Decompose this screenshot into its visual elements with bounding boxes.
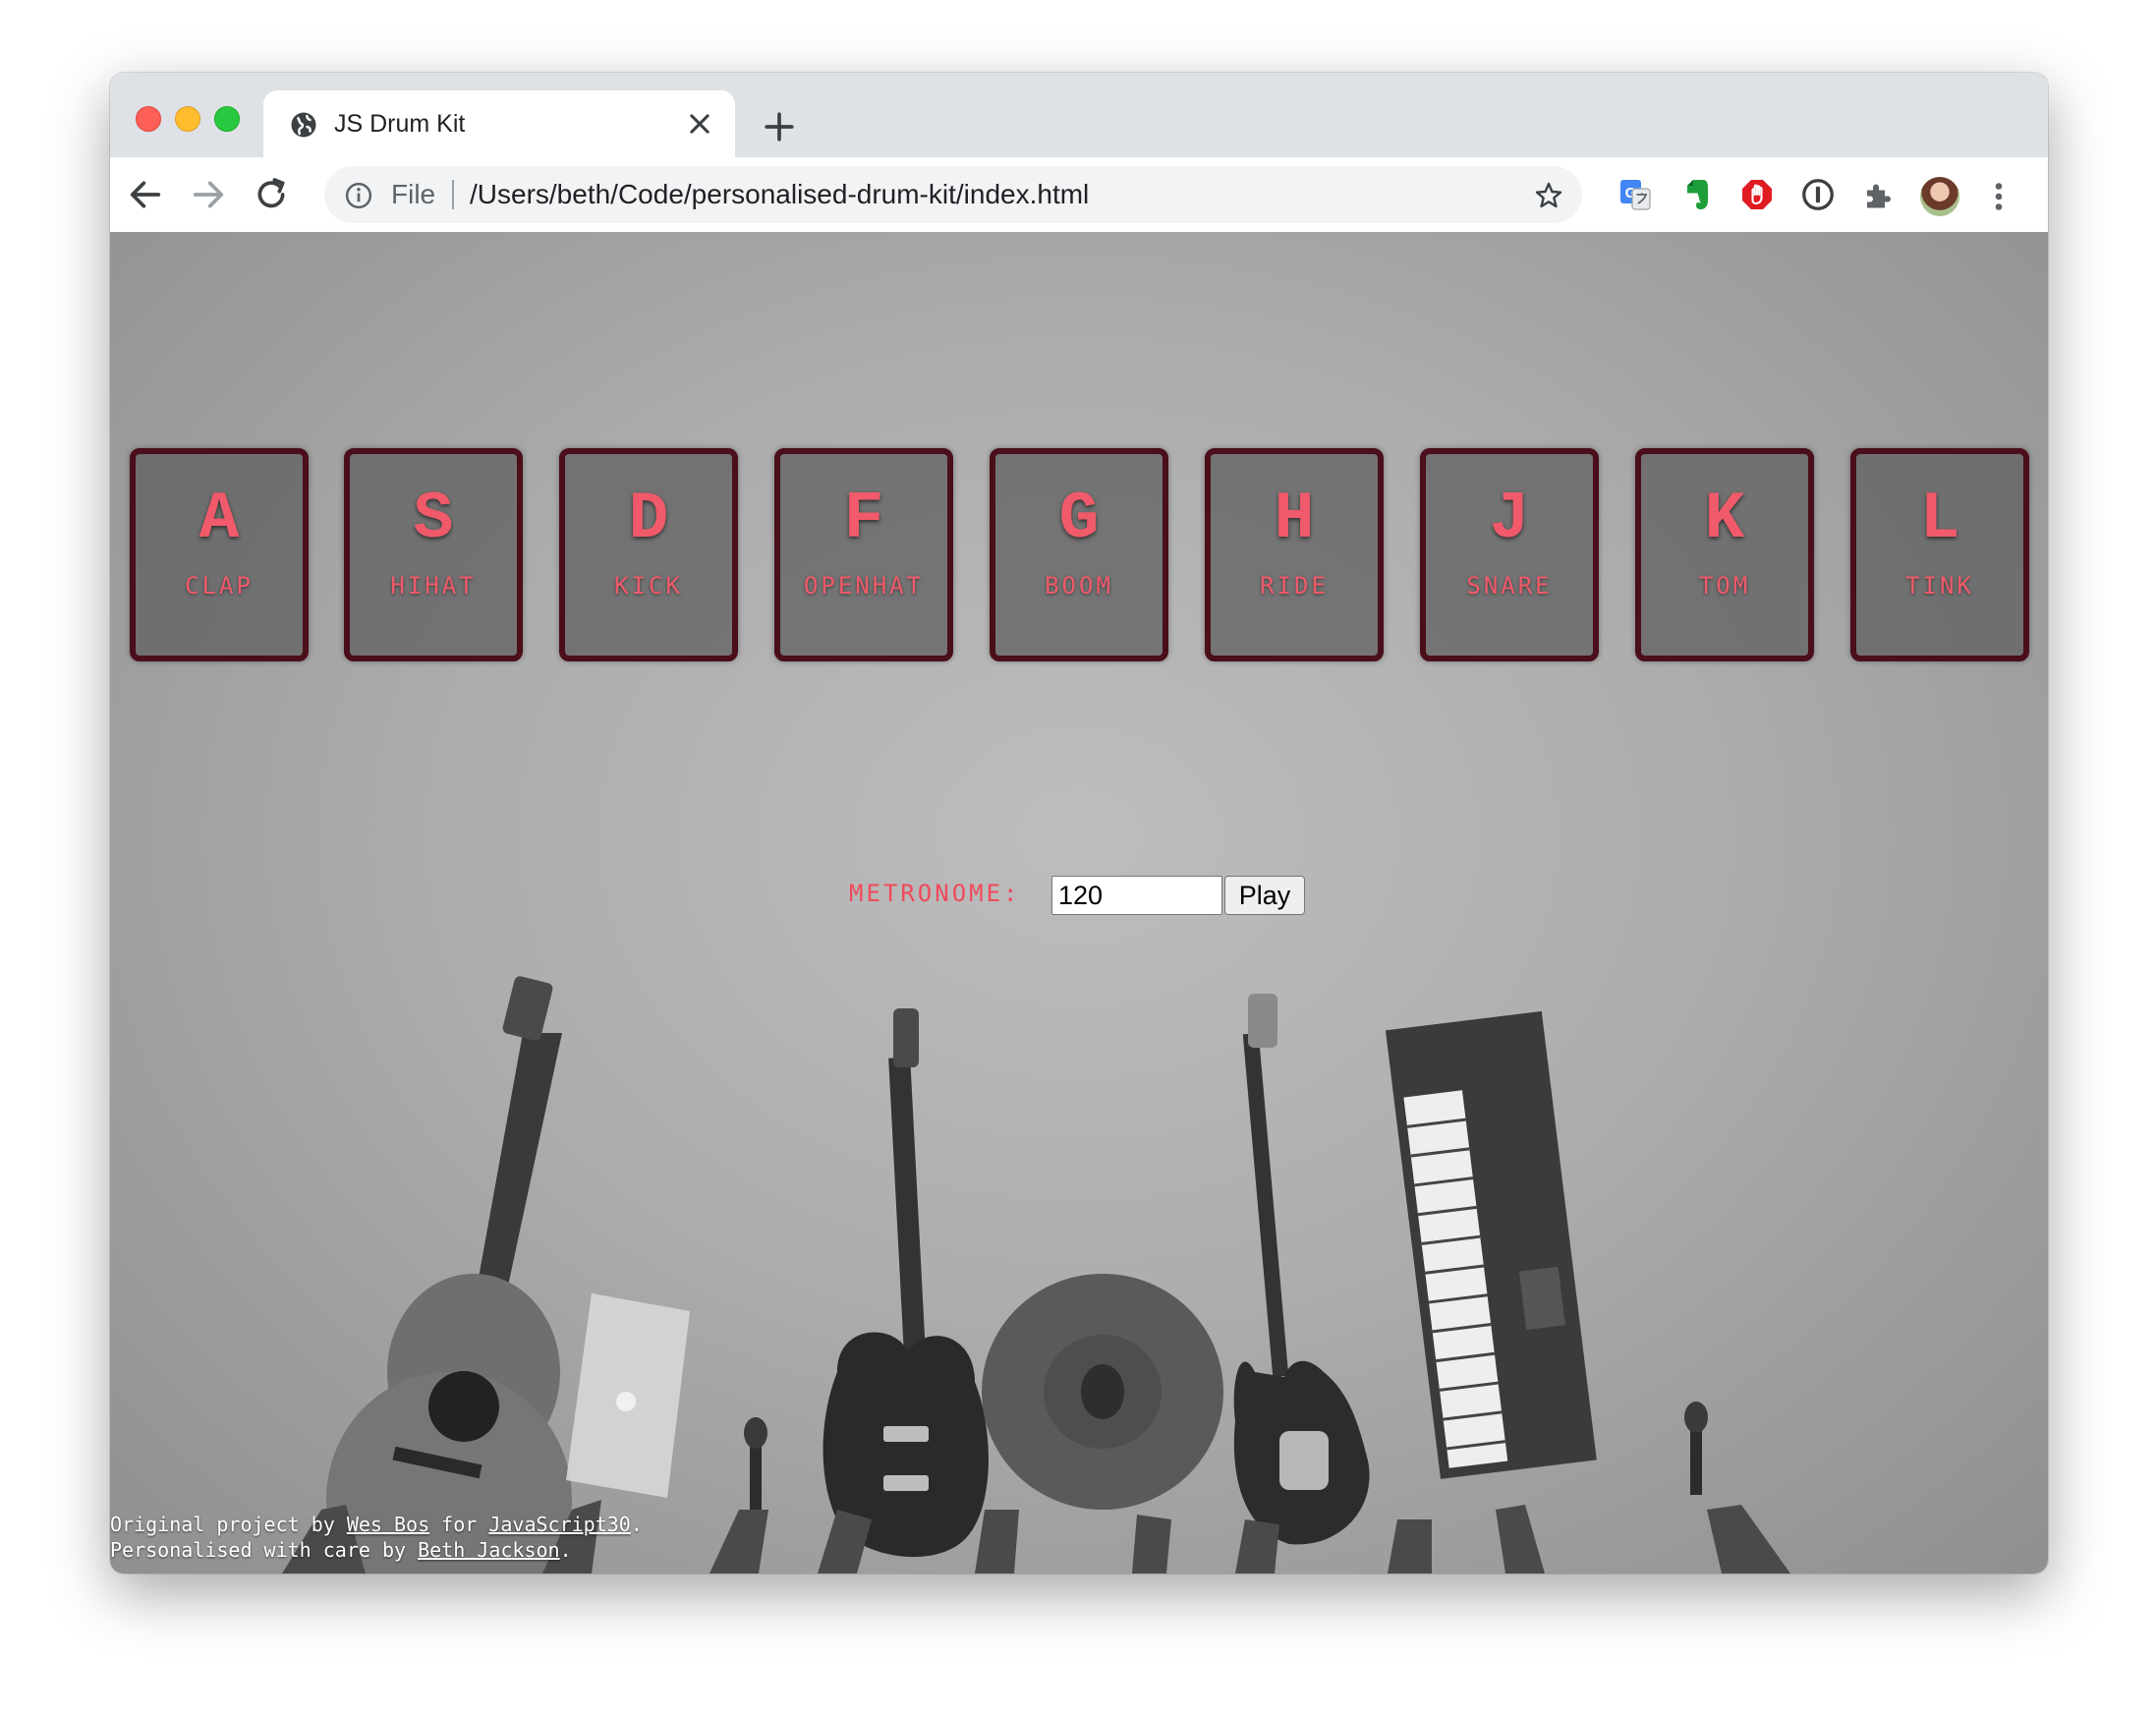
play-button[interactable]: Play [1224, 876, 1305, 915]
credits-line-personalised: Personalised with care by Beth Jackson. [110, 1538, 572, 1562]
drum-key-g[interactable]: G BOOM [990, 448, 1168, 661]
browser-toolbar: File /Users/beth/Code/personalised-drum-… [110, 157, 2048, 233]
credits-line-original: Original project by Wes Bos for JavaScri… [110, 1513, 643, 1536]
drum-keys-row: A CLAP S HIHAT D KICK F OPENHAT G BOOM H… [110, 448, 2048, 664]
close-window-button[interactable] [136, 106, 161, 132]
adblock-icon[interactable] [1739, 177, 1775, 212]
metronome-label: METRONOME: [849, 880, 1021, 907]
key-letter: F [843, 482, 884, 557]
drum-key-s[interactable]: S HIHAT [344, 448, 523, 661]
key-sound-name: CLAP [185, 572, 254, 600]
acoustic-guitar-shape [326, 976, 572, 1574]
drum-key-a[interactable]: A CLAP [130, 448, 309, 661]
address-bar[interactable]: File /Users/beth/Code/personalised-drum-… [324, 166, 1582, 223]
key-letter: K [1704, 482, 1745, 557]
key-sound-name: RIDE [1260, 572, 1329, 600]
key-letter: J [1489, 482, 1530, 557]
key-letter: S [413, 482, 454, 557]
bass-guitar-shape [1233, 994, 1370, 1545]
url-text[interactable]: /Users/beth/Code/personalised-drum-kit/i… [470, 178, 1089, 211]
minimize-window-button[interactable] [175, 106, 200, 132]
beth-jackson-link[interactable]: Beth Jackson [418, 1538, 560, 1562]
url-divider [452, 180, 454, 209]
drum-key-j[interactable]: J SNARE [1420, 448, 1599, 661]
drum-key-k[interactable]: K TOM [1635, 448, 1814, 661]
drum-key-l[interactable]: L TINK [1850, 448, 2029, 661]
new-tab-icon[interactable] [763, 110, 796, 143]
extensions-puzzle-icon[interactable] [1861, 177, 1897, 212]
google-translate-icon[interactable]: G [1617, 177, 1653, 212]
key-sound-name: TINK [1905, 572, 1974, 600]
key-sound-name: OPENHAT [803, 572, 925, 600]
laptop-shape [566, 1293, 690, 1498]
key-letter: A [199, 482, 240, 557]
bpm-input[interactable] [1051, 876, 1222, 915]
javascript30-link[interactable]: JavaScript30 [488, 1513, 631, 1536]
key-letter: H [1274, 482, 1315, 557]
key-sound-name: TOM [1698, 572, 1751, 600]
reload-icon[interactable] [252, 175, 291, 214]
credits-footer: Original project by Wes Bos for JavaScri… [110, 1512, 643, 1563]
key-sound-name: HIHAT [390, 572, 477, 600]
key-sound-name: SNARE [1466, 572, 1553, 600]
drum-key-h[interactable]: H RIDE [1205, 448, 1384, 661]
tab-strip: JS Drum Kit [110, 73, 2048, 157]
bookmark-star-icon[interactable] [1533, 180, 1564, 211]
microphone-left-shape [744, 1417, 767, 1510]
electric-guitar-shape [823, 1008, 989, 1558]
key-letter: D [628, 482, 669, 557]
forward-arrow-icon[interactable] [189, 175, 228, 214]
cymbal-shape [982, 1274, 1223, 1510]
browser-window: JS Drum Kit File /Users/beth/Code/person… [110, 73, 2048, 1574]
microphone-right-shape [1684, 1402, 1708, 1495]
key-sound-name: KICK [614, 572, 683, 600]
keyboard-synth-shape [1385, 1010, 1597, 1479]
page-content: A CLAP S HIHAT D KICK F OPENHAT G BOOM H… [110, 232, 2048, 1574]
key-letter: L [1919, 482, 1960, 557]
tab-js-drum-kit[interactable]: JS Drum Kit [263, 90, 735, 157]
key-sound-name: BOOM [1045, 572, 1113, 600]
maximize-window-button[interactable] [214, 106, 240, 132]
drum-key-d[interactable]: D KICK [559, 448, 738, 661]
profile-avatar[interactable] [1920, 177, 1959, 216]
globe-icon [291, 112, 316, 138]
key-letter: G [1058, 482, 1100, 557]
evernote-icon[interactable] [1678, 177, 1714, 212]
url-scheme-label: File [391, 179, 436, 209]
tab-title: JS Drum Kit [334, 110, 466, 138]
close-tab-icon[interactable] [686, 110, 713, 138]
wes-bos-link[interactable]: Wes Bos [347, 1513, 429, 1536]
password-manager-icon[interactable] [1800, 177, 1836, 212]
drum-key-f[interactable]: F OPENHAT [774, 448, 953, 661]
back-arrow-icon[interactable] [126, 175, 165, 214]
info-icon[interactable] [344, 181, 373, 210]
more-menu-icon[interactable] [1989, 179, 2009, 214]
